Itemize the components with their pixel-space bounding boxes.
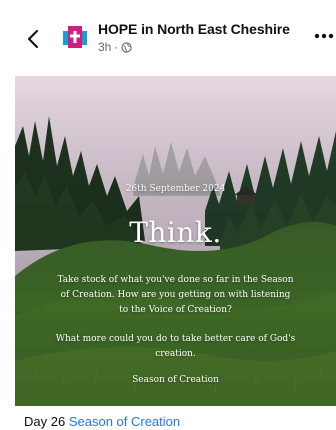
post-page: HOPE in North East Cheshire 3h · 26th Se… — [0, 0, 336, 430]
post-image[interactable]: 26th September 2024 Think. Take stock of… — [15, 76, 336, 406]
chevron-left-icon — [27, 29, 39, 49]
post-header: HOPE in North East Cheshire 3h · — [0, 0, 336, 76]
more-options-button[interactable] — [314, 26, 336, 46]
back-button[interactable] — [22, 26, 44, 52]
post-time[interactable]: 3h — [98, 40, 111, 54]
post-meta: 3h · — [98, 40, 132, 54]
caption-link[interactable]: Season of Creation — [69, 414, 180, 429]
more-horizontal-icon — [314, 33, 334, 39]
globe-icon — [121, 41, 132, 53]
meta-separator: · — [114, 40, 119, 54]
caption-text: Day 26 — [24, 414, 66, 429]
post-date: 26th September 2024 — [125, 184, 226, 194]
page-name[interactable]: HOPE in North East Cheshire — [98, 21, 290, 37]
post-paragraph-2: What more could you do to take better ca… — [55, 334, 296, 359]
page-avatar[interactable] — [60, 22, 90, 52]
post-headline: Think. — [129, 216, 222, 249]
hope-logo-icon — [63, 26, 87, 48]
post-caption: Day 26 Season of Creation — [24, 414, 180, 429]
post-signature: Season of Creation — [132, 375, 219, 385]
post-paragraph-1: Take stock of what you've done so far in… — [57, 275, 294, 315]
